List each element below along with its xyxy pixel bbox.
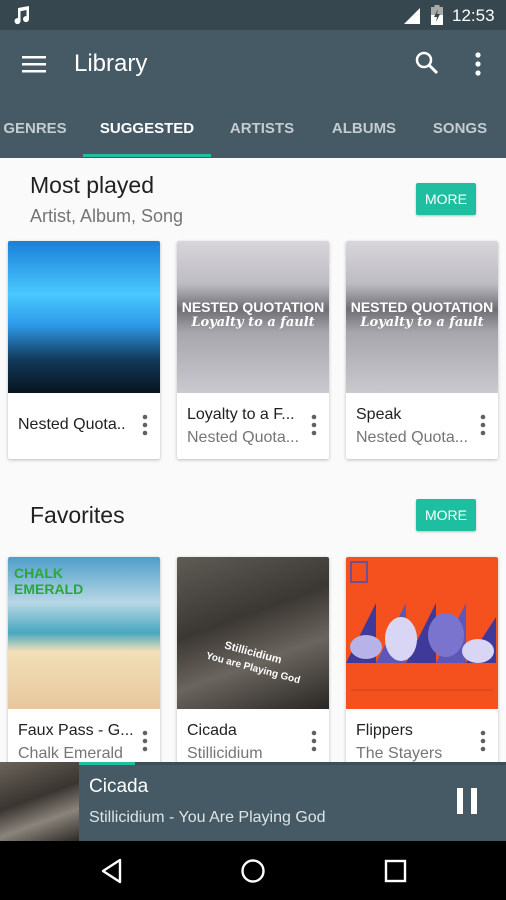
tab-genres[interactable]: GENRES <box>0 120 70 158</box>
album-card[interactable]: NESTED QUOTATION Loyalty to a fault Loya… <box>177 241 329 459</box>
more-vert-icon[interactable] <box>310 413 318 437</box>
card-title: Speak <box>356 406 402 423</box>
more-button[interactable]: MORE <box>416 183 476 215</box>
art-text: NESTED QUOTATION <box>181 299 325 315</box>
cell-signal-icon <box>404 8 420 24</box>
card-subtitle: Nested Quota... <box>187 429 300 446</box>
more-button[interactable]: MORE <box>416 499 476 531</box>
menu-icon[interactable] <box>22 52 48 78</box>
art-text: Loyalty to a fault <box>360 315 484 330</box>
more-vert-icon[interactable] <box>479 413 487 437</box>
card-title: Cicada <box>187 722 237 739</box>
card-title: Nested Quota.. <box>18 416 126 433</box>
section-title: Favorites <box>30 502 125 528</box>
now-playing-album-art[interactable] <box>0 762 79 841</box>
page-title: Library <box>74 50 148 77</box>
card-title: Faux Pass - G... <box>18 722 134 739</box>
card-title: Loyalty to a F... <box>187 406 295 423</box>
album-art: Stillicidium You are Playing God <box>177 557 329 709</box>
art-text: Loyalty to a fault <box>191 315 315 330</box>
more-vert-icon[interactable] <box>141 413 149 437</box>
album-card[interactable]: Nested Quota.. <box>8 241 160 459</box>
art-text: CHALK EMERALD <box>14 565 84 597</box>
app-bar: Library GENRES SUGGESTED ARTISTS ALBUMS … <box>0 30 506 158</box>
playback-progress-fill <box>79 762 135 765</box>
section-subtitle: Artist, Album, Song <box>30 206 184 226</box>
more-vert-icon[interactable] <box>468 50 488 78</box>
now-playing-title: Cicada <box>89 776 149 797</box>
section-title: Most played <box>30 172 155 198</box>
tab-suggested[interactable]: SUGGESTED <box>83 120 211 158</box>
search-icon[interactable] <box>414 50 440 76</box>
album-art: NESTED QUOTATION Loyalty to a fault <box>177 241 329 393</box>
playback-progress <box>79 762 506 765</box>
tab-indicator <box>83 154 211 157</box>
status-bar: 12:53 <box>0 0 506 30</box>
pause-icon[interactable] <box>456 788 478 814</box>
album-art <box>346 557 498 709</box>
home-icon[interactable] <box>240 858 266 884</box>
tab-bar: GENRES SUGGESTED ARTISTS ALBUMS SONGS <box>0 116 506 158</box>
status-time: 12:53 <box>452 6 495 25</box>
more-vert-icon[interactable] <box>141 729 149 753</box>
more-vert-icon[interactable] <box>479 729 487 753</box>
more-vert-icon[interactable] <box>310 729 318 753</box>
card-title: Flippers <box>356 722 413 739</box>
album-card[interactable]: Stillicidium You are Playing God Cicada … <box>177 557 329 775</box>
battery-charging-icon <box>431 5 443 25</box>
album-art: NESTED QUOTATION Loyalty to a fault <box>346 241 498 393</box>
penguins-artwork <box>346 561 496 691</box>
card-subtitle: The Stayers <box>356 745 443 762</box>
card-subtitle: Stillicidium <box>187 745 263 762</box>
album-card[interactable]: NESTED QUOTATION Loyalty to a fault Spea… <box>346 241 498 459</box>
card-subtitle: Nested Quota... <box>356 429 469 446</box>
now-playing-subtitle: Stillicidium - You Are Playing God <box>89 809 326 826</box>
system-nav-bar <box>0 841 506 900</box>
album-art <box>8 241 160 393</box>
album-card[interactable]: Flippers The Stayers <box>346 557 498 775</box>
art-text: NESTED QUOTATION <box>350 299 494 315</box>
back-icon[interactable] <box>100 858 124 884</box>
card-subtitle: Chalk Emerald <box>18 745 123 762</box>
tab-songs[interactable]: SONGS <box>420 120 500 158</box>
now-playing-bar[interactable]: Cicada Stillicidium - You Are Playing Go… <box>0 762 506 841</box>
tab-artists[interactable]: ARTISTS <box>218 120 306 158</box>
album-card[interactable]: CHALK EMERALD Faux Pass - G... Chalk Eme… <box>8 557 160 775</box>
album-art: CHALK EMERALD <box>8 557 160 709</box>
recents-icon[interactable] <box>384 858 408 884</box>
tab-albums[interactable]: ALBUMS <box>320 120 408 158</box>
music-note-icon <box>14 6 30 25</box>
